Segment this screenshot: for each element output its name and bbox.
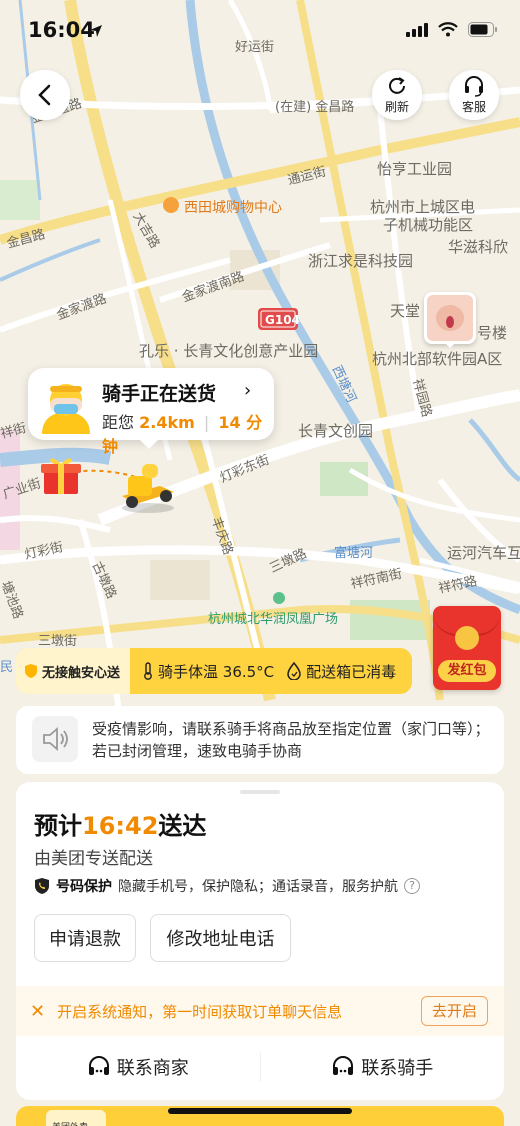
status-time: 16:04 xyxy=(28,18,95,42)
thermometer-icon xyxy=(144,662,152,680)
plaza-label[interactable]: 杭州城北华润凤凰广场 xyxy=(208,608,338,627)
map-label: 民 xyxy=(0,660,14,675)
user-avatar-icon xyxy=(427,295,473,341)
rider-scooter-marker-icon[interactable] xyxy=(116,458,180,514)
map-label: 天堂 xyxy=(390,302,421,320)
shield-icon xyxy=(25,664,37,678)
rider-distance: 2.4km xyxy=(139,413,195,432)
map-label: 浙江求是科技园 xyxy=(308,252,414,270)
chevron-left-icon xyxy=(38,84,51,106)
temperature-label: 骑手体温 36.5°C xyxy=(158,662,275,681)
red-packet-button[interactable]: 发红包 xyxy=(433,606,501,690)
contact-merchant-button[interactable]: 联系商家 xyxy=(16,1038,260,1096)
eta-prefix: 预计 xyxy=(34,812,82,840)
red-packet-label: 发红包 xyxy=(438,660,496,682)
mall-poi-icon[interactable] xyxy=(163,197,179,213)
cellular-signal-icon xyxy=(406,22,428,37)
notice-text: 受疫情影响，请联系骑手将商品放至指定位置（家门口等）；若已封闭管理，速致电骑手协… xyxy=(92,720,490,760)
service-label: 客服 xyxy=(461,100,486,114)
refresh-label: 刷新 xyxy=(384,100,409,114)
contact-row: 联系商家 联系骑手 xyxy=(16,1038,504,1096)
svg-text:G104: G104 xyxy=(265,313,300,327)
enable-notification-button[interactable]: 去开启 xyxy=(420,996,488,1026)
map-label: 子机械功能区 xyxy=(383,216,474,234)
headset-icon xyxy=(465,76,483,97)
disinfect-drop-icon xyxy=(287,662,301,680)
eta-time: 16:42 xyxy=(82,812,159,840)
contactless-label: 无接触安心送 xyxy=(42,665,121,681)
rider-status-bubble[interactable]: 骑手正在送货 › 距您 2.4km | 14 分钟 xyxy=(28,368,274,456)
meituan-logo: 美团外卖 xyxy=(46,1110,106,1126)
map-label: 华滋科欣 xyxy=(448,238,509,256)
status-bar: 16:04 xyxy=(0,0,520,60)
notification-banner: ✕ 开启系统通知，第一时间获取订单聊天信息 去开启 xyxy=(16,986,504,1036)
epidemic-notice: 受疫情影响，请联系骑手将商品放至指定位置（家门口等）；若已封闭管理，速致电骑手协… xyxy=(16,706,504,774)
speaker-icon xyxy=(32,716,78,762)
refund-button[interactable]: 申请退款 xyxy=(34,914,136,962)
notification-message: 开启系统通知，第一时间获取订单聊天信息 xyxy=(57,1002,343,1021)
rider-status-title: 骑手正在送货 xyxy=(102,383,217,405)
distance-prefix: 距您 xyxy=(102,413,135,432)
number-protection-tag: 号码保护 xyxy=(56,879,112,895)
back-button[interactable] xyxy=(20,70,70,120)
box-disinfected: 配送箱已消毒 xyxy=(286,661,396,682)
order-sheet[interactable]: 预计16:42送达 由美团专送配送 号码保护 隐藏手机号，保护隐私；通话录音，服… xyxy=(16,782,504,1100)
chevron-right-icon: › xyxy=(244,380,252,401)
refresh-icon xyxy=(389,77,405,94)
number-protection-desc: 隐藏手机号，保护隐私；通话录音，服务护航 xyxy=(118,879,398,895)
rider-distance-row: 距您 2.4km | 14 分钟 xyxy=(102,413,263,456)
coin-icon xyxy=(455,626,479,650)
eta-suffix: 送达 xyxy=(158,812,207,840)
home-indicator[interactable] xyxy=(168,1108,352,1114)
contactless-badge: 无接触安心送 xyxy=(16,648,131,694)
number-protection-row[interactable]: 号码保护 隐藏手机号，保护隐私；通话录音，服务护航 ? xyxy=(34,876,420,896)
battery-icon xyxy=(468,22,497,37)
customer-service-button[interactable]: 客服 xyxy=(449,70,499,120)
map-label: 富塘河 xyxy=(334,546,374,561)
map-label: 孔乐 · 长青文化创意产业园 xyxy=(139,342,319,360)
map-label: 三墩街 xyxy=(38,634,78,649)
delivered-by: 由美团专送配送 xyxy=(34,849,153,869)
rider-avatar-icon xyxy=(42,384,90,434)
gift-marker-icon[interactable] xyxy=(38,452,84,498)
map-label: 怡亨工业园 xyxy=(377,160,453,178)
contact-rider-label: 联系骑手 xyxy=(361,1058,434,1079)
map-label: (在建) 金昌路 xyxy=(275,100,355,115)
eta-heading: 预计16:42送达 xyxy=(34,806,206,841)
plaza-poi-icon[interactable] xyxy=(273,592,285,604)
help-icon[interactable]: ? xyxy=(404,878,420,894)
change-address-button[interactable]: 修改地址电话 xyxy=(150,914,291,962)
phone-shield-icon xyxy=(35,878,49,894)
contact-rider-button[interactable]: 联系骑手 xyxy=(261,1038,505,1096)
contact-merchant-label: 联系商家 xyxy=(116,1058,189,1079)
mall-label[interactable]: 西田城购物中心 xyxy=(184,197,282,217)
chat-headset-icon xyxy=(88,1056,109,1075)
close-icon[interactable]: ✕ xyxy=(30,1001,45,1022)
contactless-safety-strip[interactable]: 无接触安心送 骑手体温 36.5°C 配送箱已消毒 xyxy=(16,648,412,694)
map-label: 号楼 xyxy=(477,324,508,342)
map-label: 长青文创园 xyxy=(298,422,374,440)
location-arrow-icon xyxy=(90,25,102,37)
map-label: 杭州北部软件园A区 xyxy=(372,350,503,368)
disinfect-label: 配送箱已消毒 xyxy=(306,662,397,681)
chat-headset-icon xyxy=(333,1056,354,1075)
rider-temperature: 骑手体温 36.5°C xyxy=(142,661,274,682)
wifi-icon xyxy=(438,22,458,37)
refresh-button[interactable]: 刷新 xyxy=(372,70,422,120)
map-label: 运河汽车互 xyxy=(447,544,520,562)
destination-marker[interactable] xyxy=(424,292,476,348)
sheet-handle[interactable] xyxy=(240,790,280,794)
